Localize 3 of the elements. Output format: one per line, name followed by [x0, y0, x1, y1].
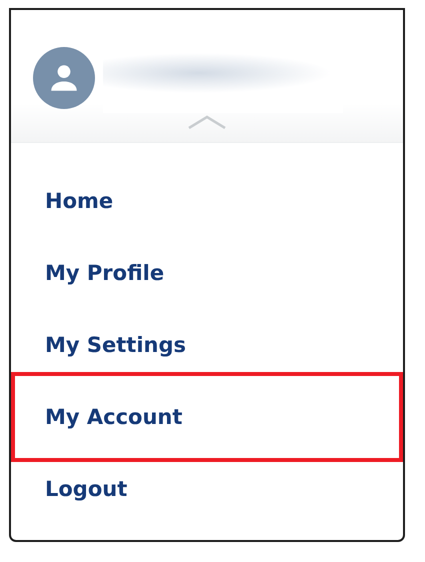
menu-item[interactable]: My Profile	[11, 237, 403, 309]
menu-item[interactable]: My Account	[11, 372, 403, 462]
menu-item[interactable]: Home	[11, 165, 403, 237]
